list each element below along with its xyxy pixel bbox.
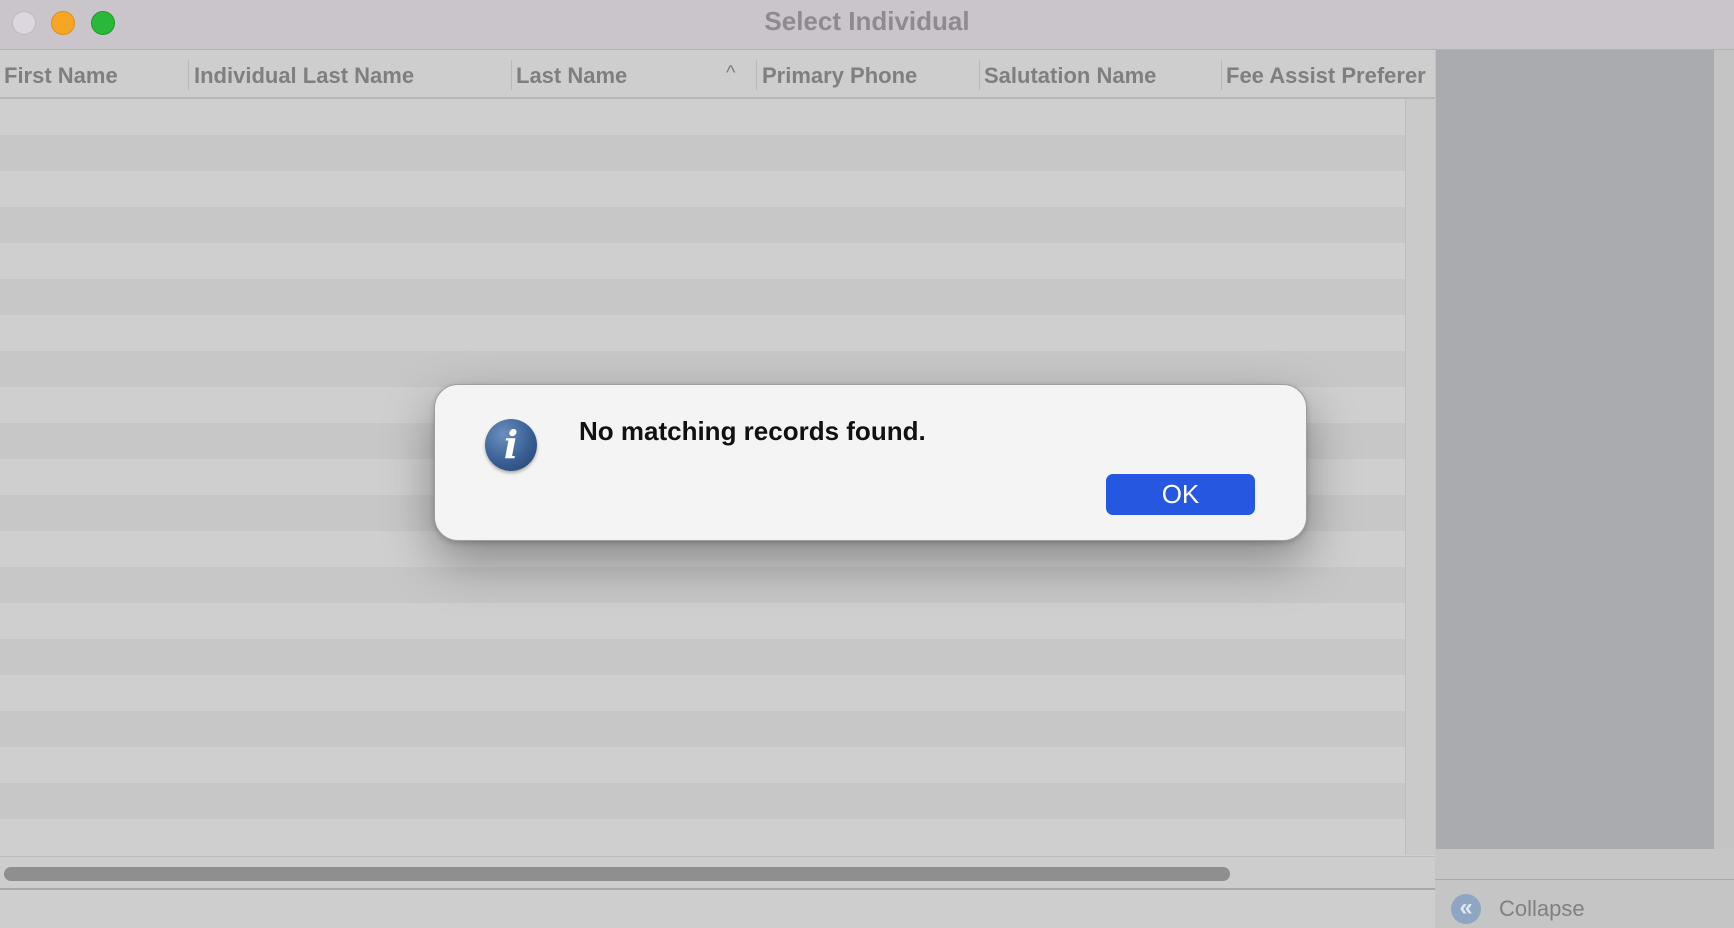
empty-table-row xyxy=(0,711,1405,747)
empty-table-row xyxy=(0,207,1405,243)
horizontal-scrollbar-thumb[interactable] xyxy=(4,867,1230,881)
collapse-label[interactable]: Collapse xyxy=(1499,894,1585,924)
column-header-fee-assist-preference[interactable]: Fee Assist Preferer xyxy=(1222,50,1435,97)
alert-dialog: i No matching records found. OK xyxy=(434,384,1307,541)
title-bar: Select Individual xyxy=(0,0,1734,50)
empty-table-row xyxy=(0,135,1405,171)
column-header-primary-phone[interactable]: Primary Phone xyxy=(758,50,978,97)
vertical-scrollbar[interactable] xyxy=(1405,99,1436,855)
column-divider[interactable] xyxy=(756,60,757,90)
table-header: First Name Individual Last Name Last Nam… xyxy=(0,50,1435,99)
column-header-first-name[interactable]: First Name xyxy=(0,50,188,97)
empty-table-row xyxy=(0,279,1405,315)
window-title: Select Individual xyxy=(764,6,970,36)
select-individual-window: Select Individual First Name Individual … xyxy=(0,0,1734,928)
sort-ascending-icon: ^ xyxy=(726,62,736,84)
collapse-bar[interactable]: « Collapse xyxy=(1435,879,1734,928)
side-panel xyxy=(1435,50,1715,849)
empty-table-row xyxy=(0,243,1405,279)
empty-table-row xyxy=(0,351,1405,387)
empty-table-row xyxy=(0,783,1405,819)
empty-table-row xyxy=(0,675,1405,711)
dialog-message: No matching records found. xyxy=(579,416,926,446)
side-panel-spacer xyxy=(1435,849,1734,879)
column-divider[interactable] xyxy=(188,60,189,90)
info-icon: i xyxy=(485,419,537,471)
ok-button[interactable]: OK xyxy=(1106,474,1255,515)
empty-table-row xyxy=(0,171,1405,207)
empty-table-row xyxy=(0,639,1405,675)
column-header-individual-last-name[interactable]: Individual Last Name xyxy=(190,50,510,97)
horizontal-scrollbar[interactable] xyxy=(0,856,1435,889)
column-header-salutation-name[interactable]: Salutation Name xyxy=(980,50,1220,97)
empty-table-row xyxy=(0,747,1405,783)
empty-table-row xyxy=(0,315,1405,351)
empty-table-row xyxy=(0,99,1405,135)
window-footer xyxy=(0,888,1435,928)
empty-table-row xyxy=(0,567,1405,603)
empty-table-row xyxy=(0,603,1405,639)
double-chevron-left-icon[interactable]: « xyxy=(1451,894,1481,924)
column-header-last-name[interactable]: Last Name xyxy=(512,50,756,97)
empty-table-row xyxy=(0,819,1405,855)
side-panel-edge xyxy=(1714,50,1734,849)
